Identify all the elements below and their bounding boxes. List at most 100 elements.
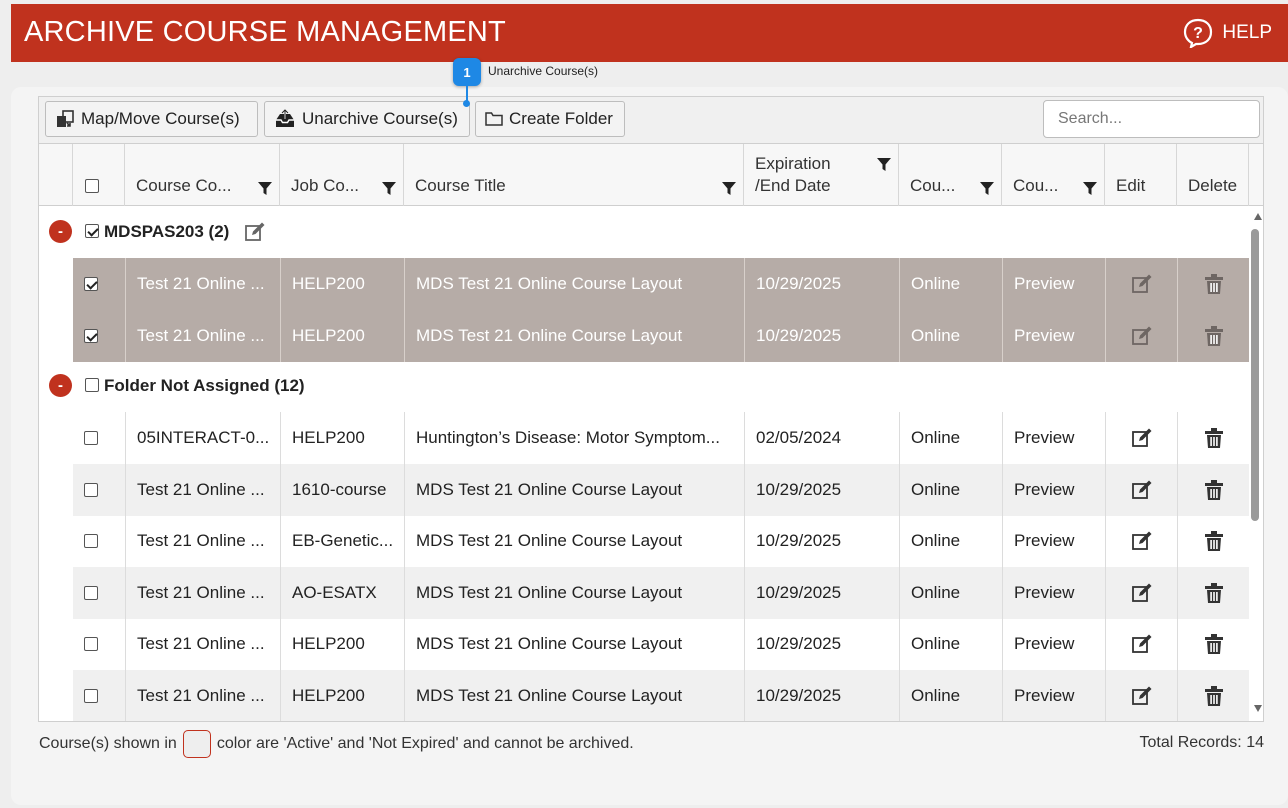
table-row[interactable]: Test 21 Online ... EB-Genetic... MDS Test … (73, 515, 1249, 567)
row-checkbox[interactable] (84, 431, 98, 445)
trash-icon[interactable] (1204, 427, 1224, 449)
row-select-cell[interactable] (73, 515, 125, 567)
table-row[interactable]: Test 21 Online ... 1610-course MDS Test 21… (73, 463, 1249, 516)
edit-icon[interactable] (1131, 582, 1153, 604)
row-checkbox[interactable] (84, 277, 98, 291)
svg-text:?: ? (1193, 25, 1203, 42)
row-checkbox[interactable] (84, 534, 98, 548)
row-checkbox[interactable] (84, 482, 98, 497)
cell-type: Online (899, 515, 1002, 567)
page-header: ARCHIVE COURSE MANAGEMENT ? HELP (11, 4, 1288, 62)
cell-code: Test 21 Online ... (125, 515, 280, 567)
edit-cell[interactable] (1105, 463, 1177, 516)
delete-cell[interactable] (1177, 515, 1249, 567)
annotation-marker: 1 (453, 58, 481, 86)
cell-type: Online (899, 566, 1002, 619)
delete-cell[interactable] (1177, 566, 1249, 619)
rename-folder-button[interactable] (244, 221, 266, 248)
edit-cell[interactable] (1105, 309, 1177, 362)
row-checkbox[interactable] (84, 328, 98, 343)
collapse-group-button[interactable]: - (49, 220, 72, 243)
trash-icon[interactable] (1204, 325, 1224, 347)
map-move-label: Map/Move Course(s) (81, 109, 240, 128)
delete-cell[interactable] (1177, 618, 1249, 670)
legend-text-after: color are 'Active' and 'Not Expired' and… (216, 735, 634, 752)
search-input[interactable] (1043, 100, 1260, 138)
row-checkbox[interactable] (84, 688, 98, 703)
edit-cell[interactable] (1105, 669, 1177, 721)
trash-icon[interactable] (1204, 273, 1224, 295)
edit-icon[interactable] (244, 221, 266, 243)
group-checkbox[interactable] (85, 378, 99, 392)
table-row[interactable]: Test 21 Online ... AO-ESATX MDS Test 21 On… (73, 566, 1249, 619)
edit-cell[interactable] (1105, 412, 1177, 464)
cell-job: EB-Genetic... (280, 515, 404, 567)
group-header: - MDSPAS203 (2) (39, 207, 1249, 257)
table-row[interactable]: Test 21 Online ... HELP200 MDS Test 21 Onl… (73, 618, 1249, 670)
filter-icon[interactable] (1082, 180, 1098, 196)
collapse-group-button[interactable]: - (49, 374, 72, 397)
edit-icon[interactable] (1131, 273, 1153, 295)
cell-mode: Preview (1002, 515, 1105, 567)
edit-cell[interactable] (1105, 566, 1177, 619)
row-checkbox[interactable] (84, 585, 98, 600)
row-select-cell[interactable] (73, 567, 125, 619)
edit-icon[interactable] (1131, 479, 1153, 501)
select-all-checkbox[interactable] (85, 179, 99, 193)
scroll-down-arrow[interactable] (1254, 705, 1262, 712)
edit-cell[interactable] (1105, 258, 1177, 310)
row-select-cell[interactable] (73, 618, 125, 670)
create-folder-button[interactable]: Create Folder (475, 101, 625, 137)
filter-icon[interactable] (876, 156, 892, 172)
edit-icon[interactable] (1131, 530, 1153, 552)
trash-icon[interactable] (1204, 479, 1224, 501)
row-select-cell[interactable] (73, 412, 125, 464)
delete-cell[interactable] (1177, 669, 1249, 721)
delete-cell[interactable] (1177, 258, 1249, 310)
map-move-button[interactable]: Map/Move Course(s) (45, 101, 258, 137)
trash-icon[interactable] (1204, 530, 1224, 552)
row-select-cell[interactable] (73, 464, 125, 516)
edit-cell[interactable] (1105, 618, 1177, 670)
edit-icon[interactable] (1131, 685, 1153, 707)
row-select-cell[interactable] (73, 258, 125, 310)
edit-icon[interactable] (1131, 427, 1153, 449)
group-checkbox[interactable] (85, 224, 99, 238)
column-header-delete: Delete (1177, 144, 1249, 206)
cell-type: Online (899, 463, 1002, 516)
delete-cell[interactable] (1177, 463, 1249, 516)
cell-title: MDS Test 21 Online Course Layout (404, 618, 744, 670)
trash-icon[interactable] (1204, 582, 1224, 604)
scrollbar-thumb[interactable] (1251, 229, 1259, 521)
cell-code: Test 21 Online ... (125, 669, 280, 721)
table-row[interactable]: Test 21 Online ... HELP200 MDS Test 21 Onl… (73, 309, 1249, 362)
scroll-up-arrow[interactable] (1254, 213, 1262, 220)
table-row[interactable]: Test 21 Online ... HELP200 MDS Test 21 Onl… (73, 669, 1249, 722)
unarchive-button[interactable]: Unarchive Course(s) (264, 101, 470, 137)
row-checkbox[interactable] (84, 637, 98, 651)
trash-icon[interactable] (1204, 685, 1224, 707)
column-header-course-type[interactable]: Cou... (899, 144, 1002, 206)
delete-cell[interactable] (1177, 412, 1249, 464)
filter-icon[interactable] (721, 180, 737, 196)
edit-icon[interactable] (1131, 325, 1153, 347)
column-header-job-code[interactable]: Job Co... (280, 144, 404, 206)
row-select-cell[interactable] (73, 310, 125, 362)
table-row[interactable]: Test 21 Online ... HELP200 MDS Test 21 Onl… (73, 258, 1249, 310)
cell-title: MDS Test 21 Online Course Layout (404, 463, 744, 516)
trash-icon[interactable] (1204, 633, 1224, 655)
table-row[interactable]: 05INTERACT-0... HELP200 Huntington’s Disea… (73, 412, 1249, 464)
filter-icon[interactable] (381, 180, 397, 196)
column-header-course-code[interactable]: Course Co... (125, 144, 280, 206)
column-header-course-title[interactable]: Course Title (404, 144, 744, 206)
delete-cell[interactable] (1177, 309, 1249, 362)
column-header-course-mode[interactable]: Cou... (1002, 144, 1105, 206)
row-select-cell[interactable] (73, 670, 125, 722)
edit-cell[interactable] (1105, 515, 1177, 567)
filter-icon[interactable] (979, 180, 995, 196)
cell-type: Online (899, 258, 1002, 310)
edit-icon[interactable] (1131, 633, 1153, 655)
help-button[interactable]: ? HELP (1182, 18, 1272, 48)
filter-icon[interactable] (257, 180, 273, 196)
column-header-expiration[interactable]: Expiration/End Date (744, 144, 899, 206)
